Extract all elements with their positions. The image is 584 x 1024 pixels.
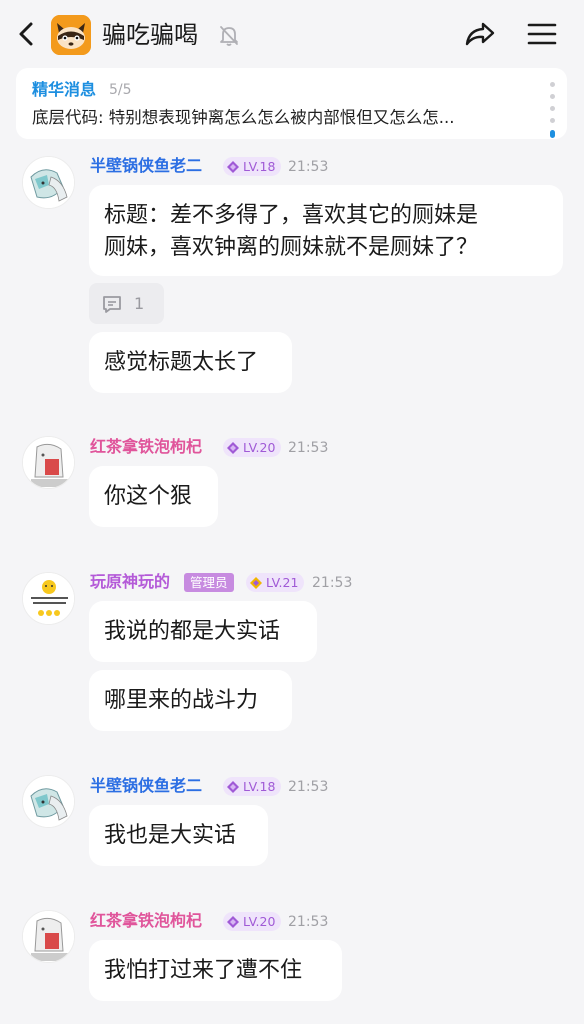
level-label: LV.18: [243, 779, 276, 794]
featured-count: 5/5: [109, 82, 132, 98]
gem-icon: [250, 576, 262, 589]
raccoon-icon: [51, 15, 91, 55]
level-label: LV.21: [266, 575, 299, 590]
gem-icon: [227, 780, 239, 793]
level-badge: LV.20: [223, 912, 282, 931]
avatar[interactable]: [22, 156, 75, 209]
group-title[interactable]: 骗吃骗喝: [102, 18, 198, 52]
avatar[interactable]: [22, 910, 75, 963]
message-bubble[interactable]: 我怕打过来了遭不住: [89, 940, 342, 1001]
group-avatar[interactable]: [51, 15, 91, 55]
message-bubble[interactable]: 哪里来的战斗力: [89, 670, 292, 731]
featured-page-indicator: [548, 82, 556, 138]
chat-header: 骗吃骗喝: [0, 0, 584, 68]
featured-title: 精华消息: [32, 80, 97, 99]
hamburger-menu-icon: [527, 23, 557, 45]
message-time: 21:53: [288, 779, 329, 795]
reply-count: 1: [134, 294, 145, 313]
message-bubble[interactable]: 你这个狠: [89, 466, 218, 527]
message-time: 21:53: [288, 914, 329, 930]
comment-icon: [103, 296, 121, 313]
menu-button[interactable]: [525, 18, 559, 50]
level-badge: LV.18: [223, 777, 282, 796]
admin-badge: 管理员: [184, 573, 234, 592]
share-button[interactable]: [462, 18, 498, 50]
bell-off-icon: [217, 23, 241, 47]
message-time: 21:53: [288, 440, 329, 456]
gem-icon: [227, 160, 239, 173]
featured-preview-text: 底层代码: 特别想表现钟离怎么怎么被内部恨但又怎么怎...: [32, 108, 455, 127]
message-time: 21:53: [288, 159, 329, 175]
avatar[interactable]: [22, 775, 75, 828]
sender-name[interactable]: 红茶拿铁泡枸杞: [90, 436, 202, 458]
level-label: LV.20: [243, 440, 276, 455]
level-label: LV.18: [243, 159, 276, 174]
back-button[interactable]: [12, 18, 42, 50]
reply-count-chip[interactable]: 1: [89, 283, 164, 324]
message-bubble[interactable]: 我说的都是大实话: [89, 601, 317, 662]
message-bubble[interactable]: 我也是大实话: [89, 805, 268, 866]
message-bubble[interactable]: 标题：差不多得了，喜欢其它的厕妹是 厕妹，喜欢钟离的厕妹就不是厕妹了？: [89, 185, 563, 276]
message-bubble[interactable]: 感觉标题太长了: [89, 332, 292, 393]
avatar[interactable]: [22, 572, 75, 625]
level-badge: LV.20: [223, 438, 282, 457]
sender-name[interactable]: 红茶拿铁泡枸杞: [90, 910, 202, 932]
featured-messages-bar[interactable]: 精华消息 5/5 底层代码: 特别想表现钟离怎么怎么被内部恨但又怎么怎...: [16, 68, 567, 139]
level-badge: LV.18: [223, 157, 282, 176]
gem-icon: [227, 915, 239, 928]
share-icon: [465, 22, 495, 46]
sender-name[interactable]: 玩原神玩的: [90, 571, 170, 593]
avatar[interactable]: [22, 436, 75, 489]
gem-icon: [227, 441, 239, 454]
chevron-left-icon: [19, 22, 33, 46]
message-time: 21:53: [312, 575, 353, 591]
sender-name[interactable]: 半壁锅侠鱼老二: [90, 155, 202, 177]
level-badge: LV.21: [246, 573, 305, 592]
level-label: LV.20: [243, 914, 276, 929]
sender-name[interactable]: 半壁锅侠鱼老二: [90, 775, 202, 797]
